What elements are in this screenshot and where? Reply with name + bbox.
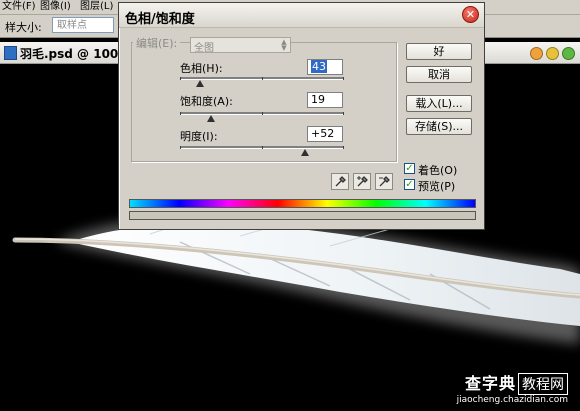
saturation-slider-track[interactable] [180, 112, 344, 115]
load-button[interactable]: 载入(L)... [406, 95, 472, 112]
hue-value: 43 [311, 60, 327, 73]
sample-size-select[interactable]: 取样点 [52, 17, 114, 33]
eyedropper-minus-button[interactable] [375, 173, 393, 190]
minimize-window-icon[interactable] [546, 47, 559, 60]
input-hue-spectrum-bar [129, 199, 476, 208]
hue-saturation-dialog: 色相/饱和度 ✕ 编辑(E): 全图 ▲ ▼ 色相(H): 43 饱和度(A): … [118, 2, 485, 230]
edit-row: 编辑(E): 全图 ▲ ▼ [133, 36, 291, 54]
slider-tick [343, 77, 344, 80]
watermark-url: jiaocheng.chazidian.com [456, 395, 568, 405]
watermark-tag: 教程网 [518, 373, 568, 395]
slider-tick [180, 112, 181, 115]
lightness-slider-thumb[interactable] [300, 149, 309, 156]
eyedropper-minus-icon [379, 176, 390, 187]
dialog-title: 色相/饱和度 [125, 12, 195, 27]
close-window-icon[interactable] [530, 47, 543, 60]
edit-label: 编辑(E): [136, 37, 178, 50]
sample-size-label: 样大小: [5, 21, 42, 34]
slider-tick [343, 146, 344, 149]
hue-slider-thumb[interactable] [195, 80, 204, 87]
hue-input[interactable]: 43 [307, 59, 343, 75]
edit-dropdown[interactable]: 全图 ▲ ▼ [190, 37, 291, 54]
eyedropper-icon [335, 176, 346, 187]
save-button[interactable]: 存储(S)... [406, 118, 472, 135]
lightness-slider-track[interactable] [180, 146, 344, 149]
edit-dropdown-value: 全图 [194, 43, 214, 54]
preview-checkbox[interactable]: ✓ [404, 179, 415, 190]
menu-item-layer[interactable]: 图层(L) [80, 0, 113, 13]
colorize-checkbox[interactable]: ✓ [404, 163, 415, 174]
slider-tick [262, 77, 263, 80]
dialog-titlebar[interactable]: 色相/饱和度 ✕ [119, 3, 484, 28]
saturation-slider-thumb[interactable] [207, 115, 216, 122]
saturation-input[interactable]: 19 [307, 92, 343, 108]
lightness-label: 明度(I): [180, 130, 218, 143]
dialog-close-button[interactable]: ✕ [462, 6, 479, 23]
colorize-label: 着色(O) [418, 164, 458, 177]
maximize-window-icon[interactable] [562, 47, 575, 60]
watermark: 查字典 教程网 jiaocheng.chazidian.com [457, 370, 568, 405]
saturation-label: 饱和度(A): [180, 95, 233, 108]
adjustment-group [131, 42, 397, 162]
lightness-input[interactable]: +52 [307, 126, 343, 142]
preview-label: 预览(P) [418, 180, 456, 193]
menu-item-file[interactable]: 文件(F) [2, 0, 36, 13]
hue-label: 色相(H): [180, 62, 223, 75]
slider-tick [262, 112, 263, 115]
hue-slider-track[interactable] [180, 77, 344, 80]
spinner-arrows-icon: ▲ ▼ [281, 38, 287, 52]
slider-tick [180, 77, 181, 80]
slider-tick [262, 146, 263, 149]
menu-item-image[interactable]: 图像(I) [40, 0, 71, 13]
eyedropper-plus-icon [357, 176, 368, 187]
slider-tick [343, 112, 344, 115]
ok-button[interactable]: 好 [406, 43, 472, 60]
watermark-brand: 查字典 [464, 374, 516, 393]
slider-tick [180, 146, 181, 149]
psd-file-icon [4, 46, 17, 60]
cancel-button[interactable]: 取消 [406, 66, 472, 83]
output-hue-spectrum-bar [129, 211, 476, 220]
eyedropper-plus-button[interactable] [353, 173, 371, 190]
close-icon: ✕ [465, 8, 476, 21]
eyedropper-button[interactable] [331, 173, 349, 190]
